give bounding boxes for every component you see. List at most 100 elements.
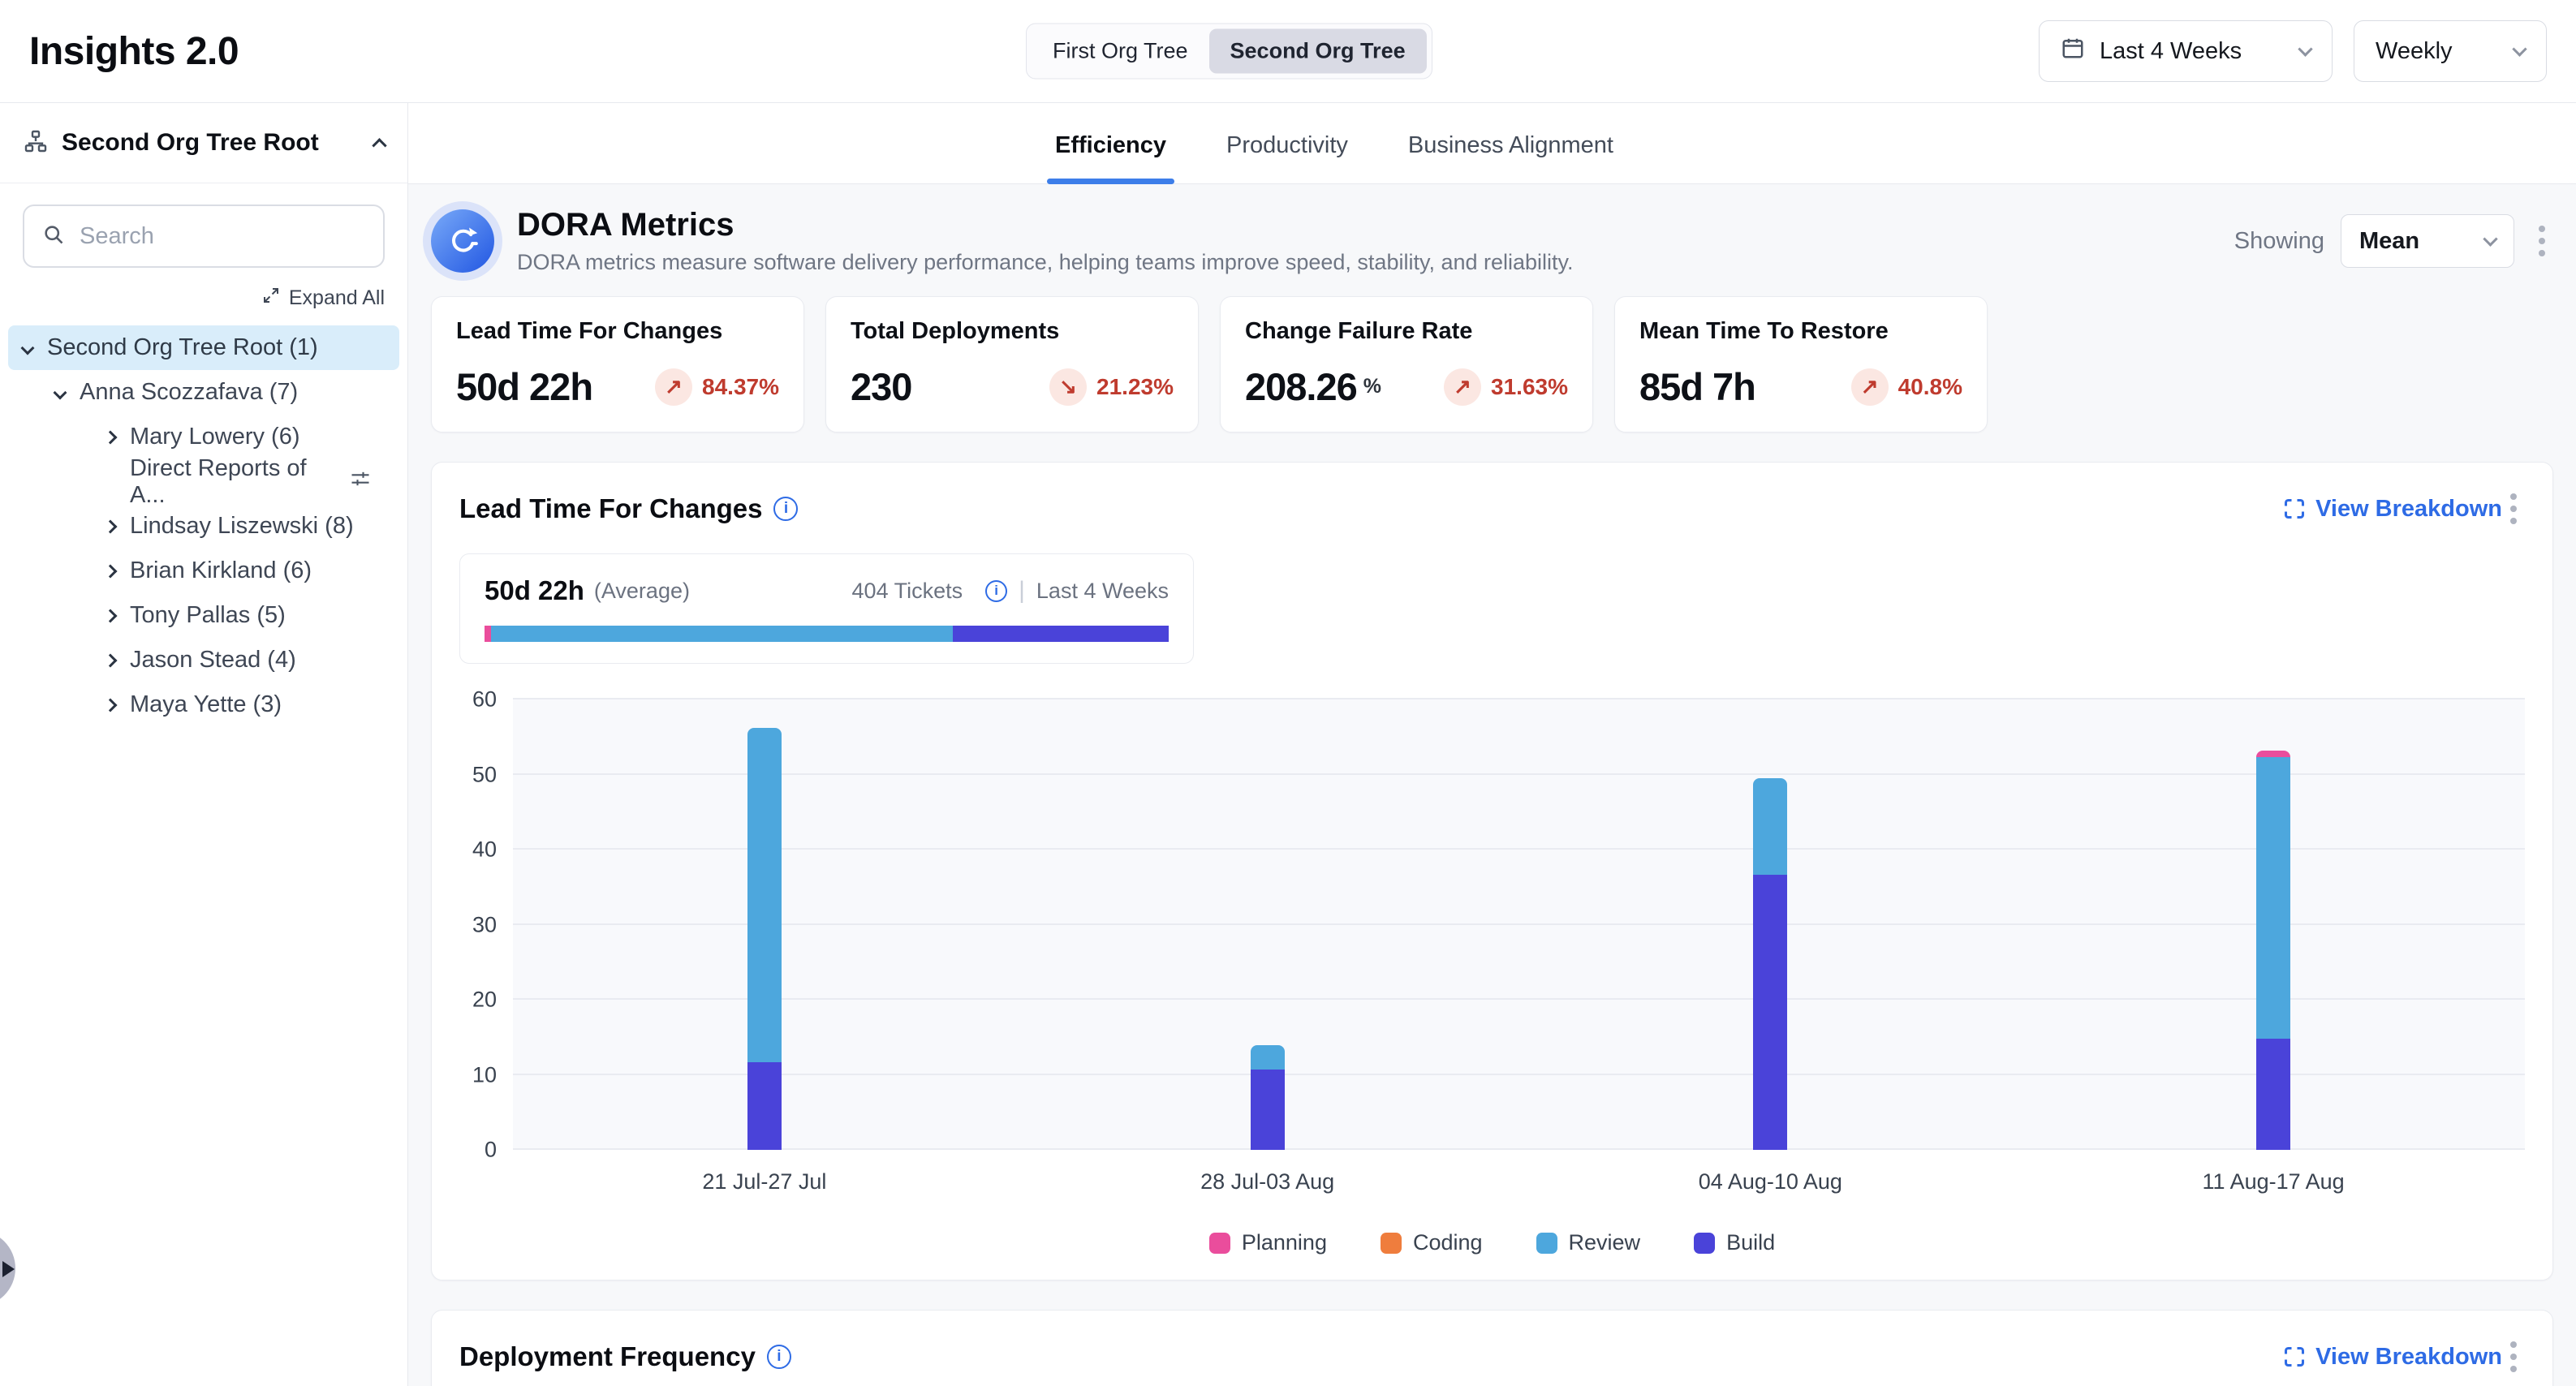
- org-tree: Second Org Tree Root (1) Anna Scozzafava…: [0, 322, 407, 727]
- legend-label: Review: [1569, 1230, 1641, 1255]
- deployment-frequency-title: Deployment Frequency: [459, 1341, 756, 1372]
- chevron-icon: [104, 430, 118, 444]
- lead-time-legend: Planning Coding Review Build: [459, 1230, 2525, 1255]
- org-tree-icon: [23, 128, 49, 158]
- toggle-first-org-tree[interactable]: First Org Tree: [1032, 29, 1209, 74]
- metric-card-total-deployments[interactable]: Total Deployments 230 ↘ 21.23%: [825, 296, 1199, 433]
- lead-time-menu-button[interactable]: [2502, 485, 2525, 532]
- sidebar-header[interactable]: Second Org Tree Root: [0, 103, 407, 183]
- dora-menu-button[interactable]: [2531, 217, 2553, 265]
- topbar-controls: Last 4 Weeks Weekly: [2039, 20, 2547, 82]
- expand-all-label: Expand All: [289, 286, 385, 310]
- y-axis-tick: 20: [454, 988, 497, 1013]
- tree-item-anna-scozzafava[interactable]: Anna Scozzafava (7): [0, 370, 407, 415]
- tree-item-lindsay-liszewski[interactable]: Lindsay Liszewski (8): [0, 504, 407, 549]
- legend-item-planning[interactable]: Planning: [1209, 1230, 1327, 1255]
- sidebar-search[interactable]: [23, 204, 385, 268]
- summary-value: 50d 22h: [485, 575, 584, 606]
- tree-item-label: Direct Reports of A...: [130, 455, 334, 509]
- metric-cards-row: Lead Time For Changes 50d 22h ↗ 84.37% T…: [431, 296, 2553, 433]
- main-panel: Efficiency Productivity Business Alignme…: [408, 103, 2576, 1386]
- info-icon[interactable]: i: [985, 580, 1007, 602]
- info-icon[interactable]: i: [773, 497, 798, 521]
- deployment-menu-button[interactable]: [2502, 1333, 2525, 1380]
- lead-time-chart: 0102030405060 21 Jul-27 Jul28 Jul-03 Aug…: [459, 699, 2525, 1255]
- tree-item-mary-lowery[interactable]: Mary Lowery (6): [0, 415, 407, 459]
- bar-segment-planning: [2256, 751, 2290, 757]
- metric-card-value: 85d 7h: [1639, 364, 1755, 409]
- dora-title: DORA Metrics: [517, 207, 1574, 243]
- chevron-icon: [54, 385, 67, 399]
- metric-card-title: Change Failure Rate: [1245, 318, 1568, 345]
- stacked-bar[interactable]: [747, 728, 782, 1150]
- tree-item-label: Lindsay Liszewski (8): [130, 513, 354, 540]
- chevron-icon: [104, 698, 118, 712]
- expand-all-button[interactable]: Expand All: [23, 286, 385, 311]
- summary-range: Last 4 Weeks: [1036, 579, 1169, 604]
- chevron-down-icon: [2298, 41, 2312, 56]
- trend-arrow-icon: ↗: [655, 368, 692, 406]
- toggle-second-org-tree[interactable]: Second Org Tree: [1209, 29, 1427, 74]
- chevron-up-icon[interactable]: [372, 138, 386, 153]
- metric-card-mean-time-to-restore[interactable]: Mean Time To Restore 85d 7h ↗ 40.8%: [1614, 296, 1988, 433]
- content-area: DORA Metrics DORA metrics measure softwa…: [408, 184, 2576, 1386]
- legend-item-coding[interactable]: Coding: [1381, 1230, 1483, 1255]
- search-input[interactable]: [80, 223, 365, 250]
- tree-item-jason-stead[interactable]: Jason Stead (4): [0, 638, 407, 682]
- y-axis-tick: 40: [454, 837, 497, 863]
- metric-card-value: 50d 22h: [456, 364, 592, 409]
- dora-titles: DORA Metrics DORA metrics measure softwa…: [517, 207, 1574, 275]
- date-range-select[interactable]: Last 4 Weeks: [2039, 20, 2333, 82]
- filter-sliders-icon[interactable]: [349, 467, 372, 497]
- tree-item-label: Brian Kirkland (6): [130, 557, 312, 584]
- bar-segment-build: [747, 1062, 782, 1150]
- trend-arrow-icon: ↘: [1049, 368, 1087, 406]
- trend-delta: 31.63%: [1491, 374, 1568, 400]
- view-breakdown-button[interactable]: View Breakdown: [2283, 1344, 2502, 1371]
- tree-item-brian-kirkland[interactable]: Brian Kirkland (6): [0, 549, 407, 593]
- metric-card-title: Total Deployments: [851, 318, 1174, 345]
- legend-swatch: [1536, 1233, 1557, 1254]
- stacked-bar[interactable]: [1753, 778, 1787, 1150]
- sidebar-title: Second Org Tree Root: [62, 129, 374, 157]
- tab-productivity[interactable]: Productivity: [1226, 132, 1348, 183]
- info-icon[interactable]: i: [767, 1345, 791, 1369]
- calendar-icon: [2061, 36, 2085, 67]
- metric-card-change-failure-rate[interactable]: Change Failure Rate 208.26 % ↗ 31.63%: [1220, 296, 1593, 433]
- showing-label: Showing: [2234, 228, 2324, 255]
- tree-item-direct-reports[interactable]: Direct Reports of A...: [0, 459, 407, 504]
- tree-item-label: Anna Scozzafava (7): [80, 379, 298, 406]
- chevron-icon: [104, 609, 118, 622]
- legend-item-review[interactable]: Review: [1536, 1230, 1641, 1255]
- metric-card-lead-time[interactable]: Lead Time For Changes 50d 22h ↗ 84.37%: [431, 296, 804, 433]
- tree-item-label: Mary Lowery (6): [130, 424, 300, 450]
- summary-bar-segment-planning: [485, 626, 491, 642]
- granularity-select[interactable]: Weekly: [2354, 20, 2547, 82]
- bar-segment-review: [1753, 778, 1787, 875]
- bar-segment-build: [1753, 875, 1787, 1150]
- lead-time-x-labels: 21 Jul-27 Jul28 Jul-03 Aug04 Aug-10 Aug1…: [513, 1169, 2525, 1194]
- tree-item-tony-pallas[interactable]: Tony Pallas (5): [0, 593, 407, 638]
- tab-efficiency[interactable]: Efficiency: [1055, 132, 1166, 183]
- date-range-value: Last 4 Weeks: [2100, 38, 2285, 65]
- tab-business-alignment[interactable]: Business Alignment: [1408, 132, 1613, 183]
- trend-arrow-icon: ↗: [1851, 368, 1889, 406]
- stacked-bar[interactable]: [1251, 1045, 1285, 1150]
- dora-metrics-header: DORA Metrics DORA metrics measure softwa…: [431, 207, 2553, 275]
- tree-item-second-org-tree-root[interactable]: Second Org Tree Root (1): [8, 325, 399, 370]
- search-icon: [42, 223, 65, 250]
- tree-item-maya-yette[interactable]: Maya Yette (3): [0, 682, 407, 727]
- org-tree-toggle: First Org Tree Second Org Tree: [1026, 24, 1432, 80]
- summary-qualifier: (Average): [594, 579, 690, 604]
- legend-item-build[interactable]: Build: [1694, 1230, 1775, 1255]
- chevron-down-icon: [2483, 231, 2497, 246]
- bar-segment-review: [747, 728, 782, 1062]
- tree-item-label: Jason Stead (4): [130, 647, 296, 674]
- view-breakdown-button[interactable]: View Breakdown: [2283, 496, 2502, 523]
- deployment-frequency-section: Deployment Frequency i View Breakdown: [431, 1310, 2553, 1386]
- bar-segment-review: [1251, 1045, 1285, 1070]
- granularity-value: Weekly: [2376, 38, 2500, 65]
- showing-select[interactable]: Mean: [2341, 214, 2514, 268]
- stacked-bar[interactable]: [2256, 751, 2290, 1150]
- trend-delta: 21.23%: [1096, 374, 1174, 400]
